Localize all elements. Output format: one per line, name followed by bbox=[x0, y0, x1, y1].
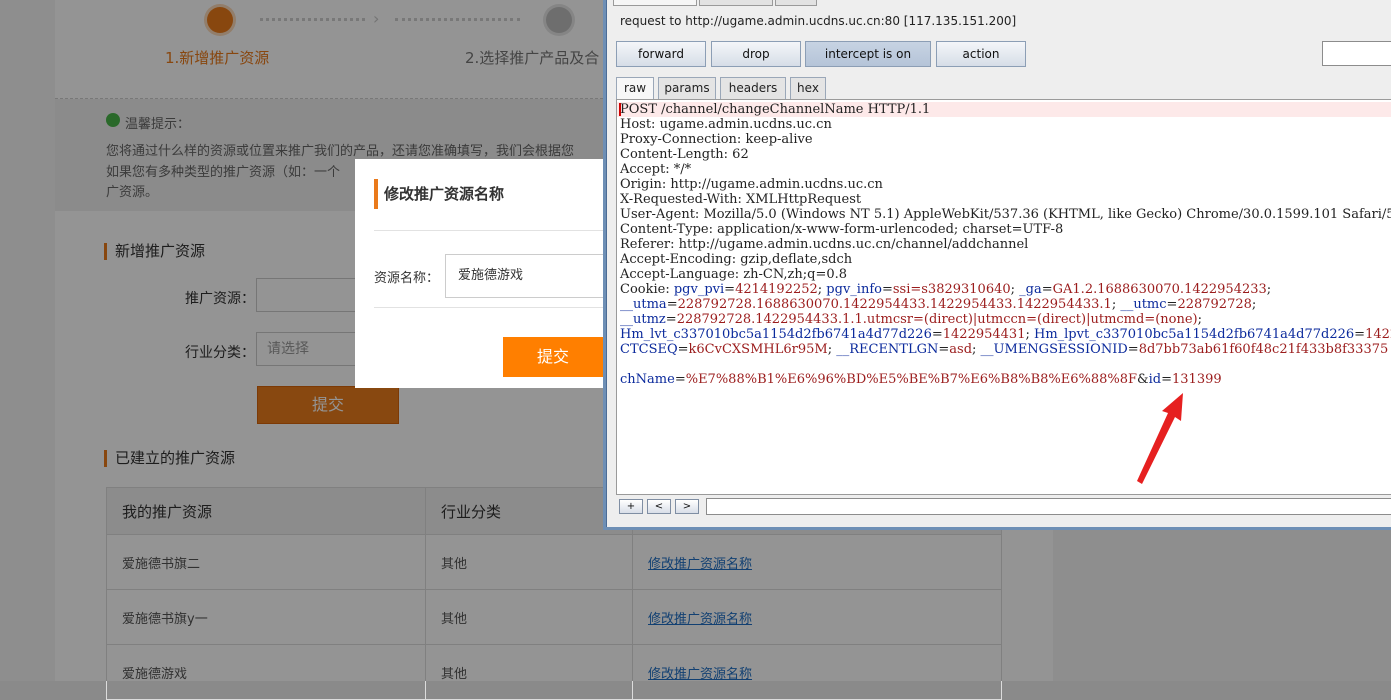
param-name: id bbox=[1148, 372, 1162, 387]
param-value: 131399 bbox=[1172, 372, 1222, 387]
param-value: GA1.2.1688630070.1422954233 bbox=[1052, 282, 1267, 297]
tab-raw[interactable]: raw bbox=[616, 77, 654, 100]
header-line: Accept: */* bbox=[620, 162, 692, 177]
divider bbox=[374, 307, 625, 308]
tab-params[interactable]: params bbox=[658, 77, 716, 99]
header-line: Accept-Language: zh-CN,zh;q=0.8 bbox=[620, 267, 848, 282]
separator: = bbox=[1127, 342, 1139, 357]
separator: ; bbox=[1251, 297, 1257, 312]
param-value: 228792728.1688630070.1422954433.14229544… bbox=[677, 297, 1112, 312]
footer-search-input[interactable] bbox=[706, 498, 1391, 515]
param-value: 8d7bb73ab61f60f48c21f433b8f33375 bbox=[1138, 342, 1389, 357]
separator: ; bbox=[1025, 327, 1034, 342]
cookie-line: Hm_lvt_c337010bc5a1154d2fb6741a4d77d226=… bbox=[620, 327, 1391, 342]
param-name: __RECENTLGN bbox=[836, 342, 939, 357]
separator: = bbox=[724, 282, 736, 297]
separator: ; bbox=[1010, 282, 1020, 297]
separator: = bbox=[1041, 282, 1053, 297]
param-name: __utmz bbox=[620, 312, 666, 327]
proxy-window: request to http://ugame.admin.ucdns.uc.c… bbox=[603, 0, 1391, 530]
header-line: Content-Length: 62 bbox=[620, 147, 749, 162]
dialog-title: 修改推广资源名称 bbox=[374, 179, 504, 209]
separator: = bbox=[881, 282, 893, 297]
separator: ; bbox=[1266, 282, 1272, 297]
request-line: POST /channel/changeChannelName HTTP/1.1 bbox=[620, 102, 931, 117]
param-name: _ga bbox=[1019, 282, 1042, 297]
separator: & bbox=[1137, 372, 1149, 387]
param-value: asd bbox=[949, 342, 973, 357]
action-button[interactable]: action bbox=[936, 41, 1026, 67]
header-line: Origin: http://ugame.admin.ucdns.uc.cn bbox=[620, 177, 883, 192]
cookie-line: __utma=228792728.1688630070.1422954433.1… bbox=[620, 297, 1256, 312]
header-line: User-Agent: Mozilla/5.0 (Windows NT 5.1)… bbox=[620, 207, 1391, 222]
next-button[interactable]: > bbox=[675, 499, 699, 514]
raw-request-editor[interactable]: POST /channel/changeChannelName HTTP/1.1… bbox=[616, 99, 1391, 495]
separator: ; bbox=[972, 342, 981, 357]
proxy-top-tabs bbox=[613, 0, 913, 6]
cookie-line: CTCSEQ=k6CvCXSMHL6r95M; __RECENTLGN=asd;… bbox=[620, 342, 1388, 357]
separator: = bbox=[1161, 372, 1173, 387]
drop-button[interactable]: drop bbox=[711, 41, 801, 67]
param-value: 228792728 bbox=[1177, 297, 1252, 312]
header-line: Host: ugame.admin.ucdns.uc.cn bbox=[620, 117, 832, 132]
param-name: CTCSEQ bbox=[620, 342, 678, 357]
add-button[interactable]: + bbox=[619, 499, 643, 514]
cookie-line: __utmz=228792728.1422954433.1.1.utmcsr=(… bbox=[620, 312, 1202, 327]
param-name: pgv_pvi bbox=[673, 282, 725, 297]
separator: = bbox=[1166, 297, 1178, 312]
header-line: Referer: http://ugame.admin.ucdns.uc.cn/… bbox=[620, 237, 1029, 252]
divider bbox=[374, 230, 625, 231]
editor-footer: + < > bbox=[616, 498, 1391, 520]
param-name: __UMENGSESSIONID bbox=[980, 342, 1128, 357]
cookie-tokens: pgv_pvi=4214192252; pgv_info=ssi=s382931… bbox=[674, 282, 1271, 297]
top-tab[interactable] bbox=[613, 0, 697, 6]
separator: = bbox=[677, 342, 689, 357]
separator: = bbox=[931, 327, 943, 342]
separator: = bbox=[665, 312, 677, 327]
request-body: chName=%E7%88%B1%E6%96%BD%E5%BE%B7%E6%B8… bbox=[620, 372, 1222, 387]
rename-dialog: 修改推广资源名称 资源名称： 爱施德游戏 提交 bbox=[355, 159, 625, 388]
param-name: __utmc bbox=[1120, 297, 1167, 312]
dialog-field-label: 资源名称： bbox=[374, 271, 440, 286]
separator: ; bbox=[1197, 312, 1203, 327]
param-value: 4214192252 bbox=[735, 282, 818, 297]
header-line: X-Requested-With: XMLHttpRequest bbox=[620, 192, 862, 207]
resource-name-input[interactable]: 爱施德游戏 bbox=[445, 254, 625, 298]
top-tab[interactable] bbox=[775, 0, 817, 6]
tab-hex[interactable]: hex bbox=[790, 77, 826, 99]
request-target: request to http://ugame.admin.ucdns.uc.c… bbox=[620, 14, 1017, 28]
separator: = bbox=[674, 372, 686, 387]
param-name: Hm_lpvt_c337010bc5a1154d2fb6741a4d77d226 bbox=[1033, 327, 1355, 342]
cookie-line: Cookie: pgv_pvi=4214192252; pgv_info=ssi… bbox=[620, 282, 1271, 297]
forward-button[interactable]: forward bbox=[616, 41, 706, 67]
proxy-panel: request to http://ugame.admin.ucdns.uc.c… bbox=[606, 0, 1391, 527]
param-name: chName bbox=[620, 372, 675, 387]
param-name: __utma bbox=[620, 297, 667, 312]
separator: = bbox=[938, 342, 950, 357]
intercept-toggle-button[interactable]: intercept is on bbox=[805, 41, 931, 67]
param-value: ssi=s3829310640 bbox=[892, 282, 1011, 297]
param-value: 228792728.1422954433.1.1.utmcsr=(direct)… bbox=[676, 312, 1198, 327]
separator: = bbox=[1354, 327, 1366, 342]
param-value: 1422954431 bbox=[942, 327, 1026, 342]
param-value: %E7%88%B1%E6%96%BD%E5%BE%B7%E6%B8%B8%E6%… bbox=[685, 372, 1138, 387]
param-name: pgv_info bbox=[826, 282, 882, 297]
separator: = bbox=[666, 297, 678, 312]
header-line: Proxy-Connection: keep-alive bbox=[620, 132, 813, 147]
top-tab[interactable] bbox=[699, 0, 773, 6]
param-name: Hm_lvt_c337010bc5a1154d2fb6741a4d77d226 bbox=[620, 327, 932, 342]
separator: ; bbox=[827, 342, 837, 357]
param-value: k6CvCXSMHL6r95M bbox=[688, 342, 828, 357]
cookie-label: Cookie: bbox=[620, 282, 674, 297]
proxy-search-input[interactable] bbox=[1322, 41, 1391, 66]
prev-button[interactable]: < bbox=[647, 499, 671, 514]
header-line: Content-Type: application/x-www-form-url… bbox=[620, 222, 1064, 237]
param-value: 14229549 bbox=[1365, 327, 1391, 342]
header-line: Accept-Encoding: gzip,deflate,sdch bbox=[620, 252, 853, 267]
tab-headers[interactable]: headers bbox=[720, 77, 786, 99]
